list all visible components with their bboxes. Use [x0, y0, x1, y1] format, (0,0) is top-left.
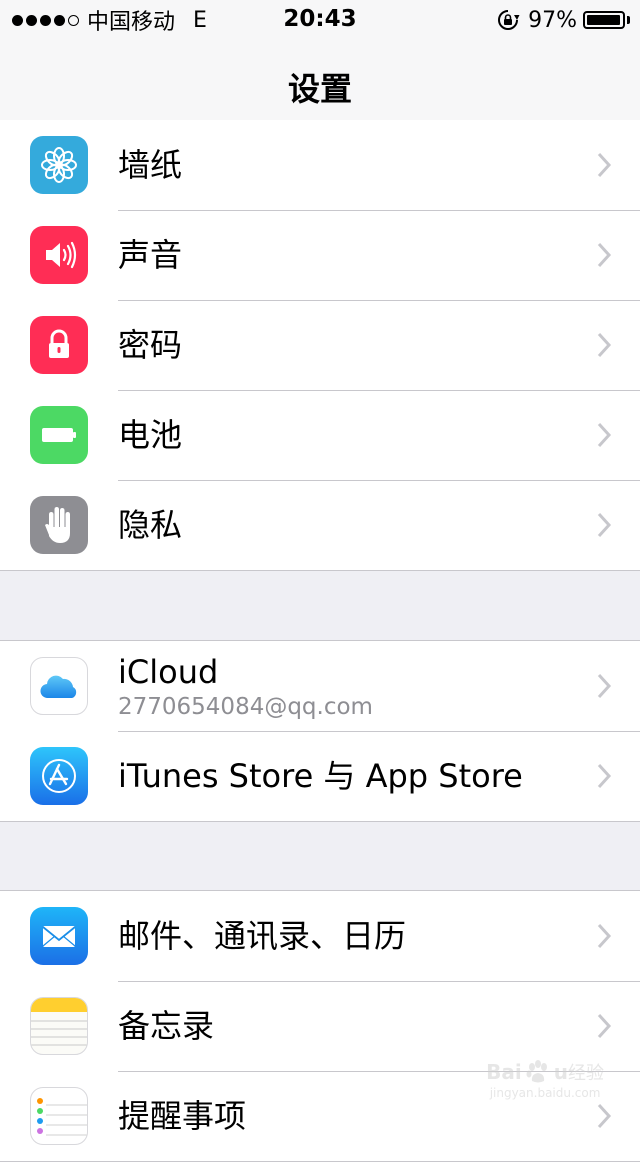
speaker-icon	[30, 226, 88, 284]
icloud-account-email: 2770654084@qq.com	[118, 694, 373, 720]
settings-row-label: iCloud	[118, 653, 219, 691]
settings-row-label: 声音	[118, 236, 183, 274]
chevron-right-icon	[597, 673, 612, 699]
battery-cap	[627, 16, 630, 24]
nav-bar: 设置	[0, 40, 640, 129]
status-right: 97%	[496, 6, 630, 34]
settings-row-mail-contacts-calendars[interactable]: 邮件、通讯录、日历	[0, 891, 640, 981]
page-title: 设置	[287, 70, 352, 108]
settings-group-general: 墙纸 声音 密码 电池 隐私	[0, 120, 640, 571]
paw-icon	[526, 1060, 547, 1083]
chevron-right-icon	[597, 923, 612, 949]
baidu-jingyan-watermark: Bai u 经验 jingyan.baidu.com	[486, 1059, 604, 1100]
notes-icon	[30, 997, 88, 1055]
settings-group-apps: 邮件、通讯录、日历 备忘录 提醒事项	[0, 890, 640, 1162]
settings-row-notes[interactable]: 备忘录	[0, 981, 640, 1071]
settings-row-battery[interactable]: 电池	[0, 390, 640, 480]
settings-row-wallpaper[interactable]: 墙纸	[0, 120, 640, 210]
settings-row-passcode[interactable]: 密码	[0, 300, 640, 390]
watermark-brand-suffix: u	[553, 1060, 568, 1084]
settings-row-sounds[interactable]: 声音	[0, 210, 640, 300]
mail-icon	[30, 907, 88, 965]
settings-row-icloud[interactable]: iCloud 2770654084@qq.com	[0, 641, 640, 731]
settings-row-label: 备忘录	[118, 1007, 215, 1045]
settings-row-label: 密码	[118, 326, 183, 364]
chevron-right-icon	[597, 242, 612, 268]
chevron-right-icon	[597, 422, 612, 448]
app-store-icon	[30, 747, 88, 805]
hand-icon	[30, 496, 88, 554]
wallpaper-flower-icon	[30, 136, 88, 194]
lock-icon	[30, 316, 88, 374]
settings-row-label: 电池	[118, 416, 183, 454]
settings-row-label: 隐私	[118, 506, 183, 544]
battery-icon	[583, 11, 625, 29]
settings-row-label: 邮件、通讯录、日历	[118, 917, 407, 955]
icloud-icon	[30, 657, 88, 715]
settings-row-label: 提醒事项	[118, 1097, 247, 1135]
settings-row-itunes-app-store[interactable]: iTunes Store 与 App Store	[0, 731, 640, 821]
battery-fill	[587, 15, 620, 25]
watermark-brand-cn: 经验	[568, 1063, 604, 1084]
settings-group-accounts: iCloud 2770654084@qq.com iTunes Store 与 …	[0, 640, 640, 822]
chevron-right-icon	[597, 332, 612, 358]
chevron-right-icon	[597, 763, 612, 789]
settings-row-privacy[interactable]: 隐私	[0, 480, 640, 570]
chevron-right-icon	[597, 512, 612, 538]
settings-row-label: iTunes Store 与 App Store	[118, 757, 523, 795]
chevron-right-icon	[597, 1013, 612, 1039]
status-bar: 中国移动 E 20:43 97%	[0, 0, 640, 40]
battery-icon	[30, 406, 88, 464]
watermark-url: jingyan.baidu.com	[489, 1086, 601, 1100]
chevron-right-icon	[597, 1103, 612, 1129]
settings-row-label: 墙纸	[118, 146, 183, 184]
rotation-lock-icon	[498, 10, 520, 30]
watermark-brand-prefix: Bai	[486, 1060, 522, 1084]
reminders-icon	[30, 1087, 88, 1145]
chevron-right-icon	[597, 152, 612, 178]
battery-percent: 97%	[528, 7, 577, 33]
